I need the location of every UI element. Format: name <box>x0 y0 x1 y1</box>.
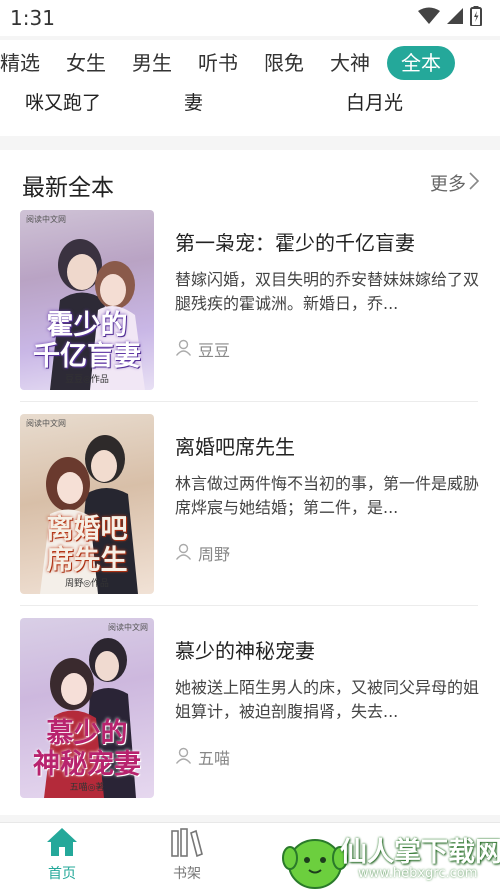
watermark-url: www.hebxgrc.com <box>358 866 478 881</box>
divider <box>20 605 478 606</box>
status-icons <box>418 6 482 30</box>
book-description: 替嫁闪婚，双目失明的乔安替妹妹嫁给了双腿残疾的霍诚洲。新婚日，乔... <box>175 270 479 313</box>
book-cover[interactable]: 阅读中文网 离婚吧 席先生 周野◎作品 <box>20 414 154 594</box>
book-item[interactable]: 阅读中文网 霍少的 千亿盲妻 豆豆◎作品 第一枭宠：霍少的千亿盲妻 替嫁闪婚，双… <box>0 202 500 392</box>
book-description: 她被送上陌生男人的床，又被同父异母的姐姐算计，被迫剖腹捐肾，失去... <box>175 678 479 721</box>
book-author: 豆豆 <box>175 337 230 361</box>
category-tabs: 精选 女生 男生 听书 限免 大神 全本 <box>0 40 500 86</box>
user-icon <box>175 543 192 564</box>
latest-completed-section: 最新全本 更多 阅读中文网 霍少的 千亿盲妻 豆豆◎作品 第一枭宠：霍少的千亿盲… <box>0 150 500 815</box>
cover-title: 霍少的 千亿盲妻 <box>33 310 141 372</box>
previous-book-title[interactable]: 白月光 <box>346 88 403 115</box>
status-time: 1:31 <box>10 6 55 30</box>
nav-bookshelf[interactable]: 书架 <box>147 827 227 883</box>
cover-publisher: 阅读中文网 <box>26 215 66 224</box>
divider <box>20 401 478 402</box>
section-title: 最新全本 <box>22 175 114 201</box>
book-cover[interactable]: 阅读中文网 慕少的 神秘宠妻 五喵◎著 <box>20 618 154 798</box>
battery-icon <box>470 6 482 30</box>
signal-icon <box>446 7 464 29</box>
book-title[interactable]: 离婚吧席先生 <box>175 431 295 460</box>
tab-audiobooks[interactable]: 听书 <box>185 46 251 80</box>
cover-author: 豆豆◎作品 <box>65 375 109 385</box>
book-author: 周野 <box>175 541 230 565</box>
tab-featured[interactable]: 精选 <box>0 46 53 80</box>
more-link[interactable]: 更多 <box>430 170 480 196</box>
book-cover[interactable]: 阅读中文网 霍少的 千亿盲妻 豆豆◎作品 <box>20 210 154 390</box>
book-author-name: 五喵 <box>198 749 231 768</box>
previous-book-title[interactable]: 妻 <box>184 88 203 115</box>
status-bar: 1:31 <box>0 0 500 36</box>
more-label: 更多 <box>430 174 466 195</box>
cover-publisher: 阅读中文网 <box>108 623 148 632</box>
nav-home-label: 首页 <box>48 866 76 882</box>
watermark-text: 仙人掌下载网 <box>340 837 500 868</box>
chevron-right-icon <box>468 171 480 196</box>
book-item[interactable]: 阅读中文网 慕少的 神秘宠妻 五喵◎著 慕少的神秘宠妻 她被送上陌生男人的床，又… <box>0 610 500 800</box>
book-author: 五喵 <box>175 745 230 769</box>
tab-male[interactable]: 男生 <box>119 46 185 80</box>
book-title[interactable]: 慕少的神秘宠妻 <box>175 635 315 664</box>
cover-author: 周野◎作品 <box>65 579 109 589</box>
book-title[interactable]: 第一枭宠：霍少的千亿盲妻 <box>175 227 415 256</box>
user-icon <box>175 747 192 768</box>
cover-title: 离婚吧 席先生 <box>46 514 128 576</box>
watermark: 仙人掌下载网 www.hebxgrc.com <box>280 822 500 889</box>
tab-completed[interactable]: 全本 <box>387 46 455 80</box>
previous-book-title[interactable]: 咪又跑了 <box>25 88 101 115</box>
wifi-icon <box>418 7 440 29</box>
nav-home[interactable]: 首页 <box>22 827 102 883</box>
cover-publisher: 阅读中文网 <box>26 419 66 428</box>
previous-book-row: 咪又跑了 妻 白月光 <box>0 86 500 136</box>
tab-masters[interactable]: 大神 <box>317 46 383 80</box>
book-description: 林言做过两件悔不当初的事，第一件是威胁席烨宸与她结婚；第二件，是... <box>175 474 479 517</box>
nav-bookshelf-label: 书架 <box>173 866 201 882</box>
book-item[interactable]: 阅读中文网 离婚吧 席先生 周野◎作品 离婚吧席先生 林言做过两件悔不当初的事，… <box>0 406 500 596</box>
cover-author: 五喵◎著 <box>69 783 105 793</box>
home-icon <box>46 828 78 861</box>
cover-title: 慕少的 神秘宠妻 <box>33 718 141 780</box>
tab-female[interactable]: 女生 <box>53 46 119 80</box>
book-author-name: 豆豆 <box>198 341 231 360</box>
user-icon <box>175 339 192 360</box>
tab-free[interactable]: 限免 <box>251 46 317 80</box>
bookshelf-icon <box>170 828 204 861</box>
book-author-name: 周野 <box>198 545 231 564</box>
